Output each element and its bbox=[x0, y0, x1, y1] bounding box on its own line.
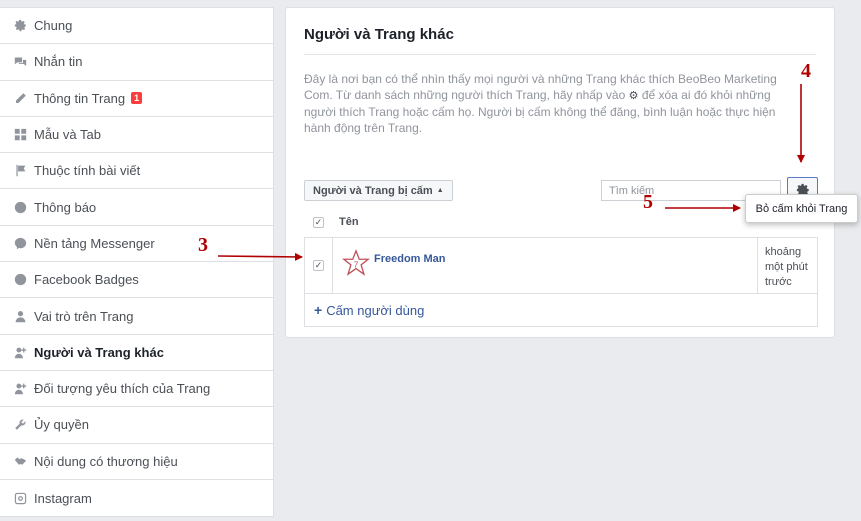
avatar[interactable]: 7 bbox=[342, 249, 370, 277]
inline-gear-icon: ⚙ bbox=[628, 90, 639, 102]
ban-user-label: Cấm người dùng bbox=[326, 302, 425, 318]
sidebar-item-label: Chung bbox=[34, 18, 73, 34]
messages-icon bbox=[13, 55, 27, 69]
sidebar-item-chung[interactable]: Chung bbox=[0, 8, 273, 45]
plus-icon: + bbox=[314, 302, 323, 318]
sidebar-item-label: Thuộc tính bài viết bbox=[34, 163, 141, 179]
sidebar-item-uy-quyen[interactable]: Ủy quyền bbox=[0, 407, 273, 444]
svg-text:7: 7 bbox=[354, 260, 359, 270]
messenger-icon bbox=[13, 236, 27, 250]
column-header-name: Tên bbox=[339, 216, 359, 228]
sidebar-item-thong-bao[interactable]: Thông báo bbox=[0, 189, 273, 226]
sidebar-item-label: Nội dung có thương hiệu bbox=[34, 453, 178, 469]
annotation-number-5: 5 bbox=[643, 191, 653, 213]
sidebar-item-label: Nhắn tin bbox=[34, 54, 83, 70]
badge-icon bbox=[13, 273, 27, 287]
notification-badge: 1 bbox=[131, 92, 143, 105]
user-cell: 7 Freedom Man bbox=[333, 238, 757, 293]
instagram-icon bbox=[13, 491, 27, 505]
user-name-link[interactable]: Freedom Man bbox=[374, 253, 446, 265]
sidebar-item-nhan-tin[interactable]: Nhắn tin bbox=[0, 44, 273, 81]
sidebar-item-instagram[interactable]: Instagram bbox=[0, 480, 273, 516]
sidebar-item-thong-tin-trang[interactable]: Thông tin Trang 1 bbox=[0, 81, 273, 117]
settings-sidebar: Chung Nhắn tin Thông tin Trang 1 Mẫu và … bbox=[0, 7, 274, 518]
wrench-icon bbox=[13, 418, 27, 432]
panel-description: Đây là nơi bạn có thể nhìn thấy mọi ngườ… bbox=[304, 71, 804, 136]
people-icon bbox=[13, 345, 27, 359]
sidebar-item-label: Ủy quyền bbox=[34, 417, 89, 433]
select-all-checkbox[interactable]: ✓ bbox=[313, 216, 324, 228]
sidebar-item-thuoc-tinh-bai-viet[interactable]: Thuộc tính bài viết bbox=[0, 153, 273, 190]
sidebar-item-noi-dung-thuong-hieu[interactable]: Nội dung có thương hiệu bbox=[0, 444, 273, 480]
sidebar-item-mau-va-tab[interactable]: Mẫu và Tab bbox=[0, 117, 273, 154]
annotation-number-4: 4 bbox=[801, 60, 811, 82]
unban-tooltip[interactable]: Bỏ cấm khỏi Trang bbox=[745, 194, 858, 223]
title-divider bbox=[304, 54, 816, 55]
sidebar-item-facebook-badges[interactable]: Facebook Badges bbox=[0, 262, 273, 299]
flag-icon bbox=[13, 164, 27, 178]
page-title: Người và Trang khác bbox=[304, 26, 454, 43]
sidebar-item-label: Facebook Badges bbox=[34, 272, 139, 288]
filter-dropdown-label: Người và Trang bị cấm bbox=[313, 184, 433, 197]
sidebar-item-label: Instagram bbox=[34, 490, 92, 506]
row-checkbox-cell: ✓ bbox=[305, 238, 333, 293]
grid-icon bbox=[13, 128, 27, 142]
sidebar-item-label: Đối tượng yêu thích của Trang bbox=[34, 381, 211, 397]
annotation-number-3: 3 bbox=[198, 234, 208, 256]
sort-caret-icon: ▲ bbox=[436, 187, 444, 194]
sidebar-item-label: Thông báo bbox=[34, 199, 97, 215]
sidebar-item-label: Người và Trang khác bbox=[34, 344, 164, 360]
people-and-pages-panel: Người và Trang khác Đây là nơi bạn có th… bbox=[285, 7, 835, 338]
row-checkbox[interactable]: ✓ bbox=[313, 260, 324, 271]
globe-icon bbox=[13, 200, 27, 214]
sidebar-item-nen-tang-messenger[interactable]: Nền tảng Messenger bbox=[0, 226, 273, 263]
sidebar-item-label: Nền tảng Messenger bbox=[34, 235, 155, 251]
sidebar-item-vai-tro-tren-trang[interactable]: Vai trò trên Trang bbox=[0, 298, 273, 335]
pencil-icon bbox=[13, 91, 27, 105]
people-add-icon bbox=[13, 382, 27, 396]
table-header: ✓ Tên bbox=[304, 207, 818, 237]
person-icon bbox=[13, 309, 27, 323]
sidebar-item-label: Thông tin Trang bbox=[34, 90, 126, 106]
sidebar-item-label: Mẫu và Tab bbox=[34, 127, 101, 143]
gear-icon bbox=[13, 19, 27, 33]
timestamp: khoảng một phút trước bbox=[757, 238, 817, 293]
table-row: ✓ 7 Freedom Man khoảng một phút trước bbox=[304, 237, 818, 294]
handshake-icon bbox=[13, 454, 27, 468]
sidebar-item-nguoi-va-trang-khac[interactable]: Người và Trang khác bbox=[0, 335, 273, 371]
sidebar-item-label: Vai trò trên Trang bbox=[34, 308, 134, 324]
ban-user-button[interactable]: + Cấm người dùng bbox=[304, 294, 818, 327]
sidebar-item-doi-tuong-yeu-thich[interactable]: Đối tượng yêu thích của Trang bbox=[0, 371, 273, 408]
filter-dropdown[interactable]: Người và Trang bị cấm ▲ bbox=[304, 180, 453, 201]
